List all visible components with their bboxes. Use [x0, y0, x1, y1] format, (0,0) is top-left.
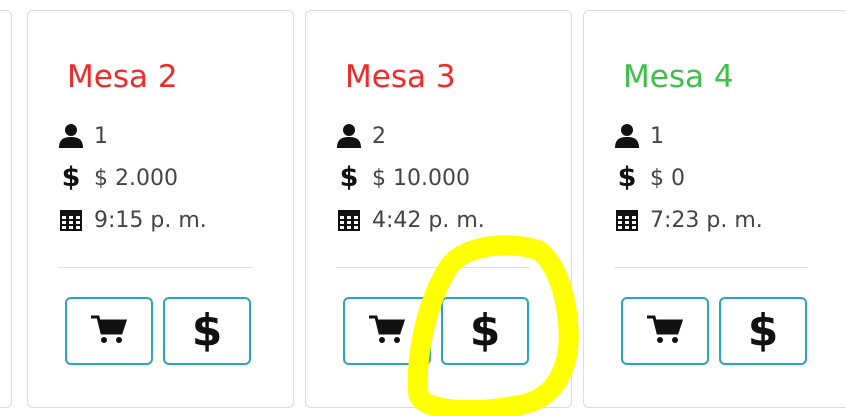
pay-button[interactable]: $: [163, 297, 251, 365]
dollar-icon: $: [747, 305, 779, 356]
table-card-mesa-2: Mesa 2 1 $ $ 2.000 9:15 p. m. $: [27, 10, 294, 408]
person-icon: [58, 123, 84, 149]
cart-icon: [368, 313, 406, 349]
time-row: 4:42 p. m.: [336, 203, 485, 237]
dollar-icon: $: [191, 305, 223, 356]
amount-value: $ 2.000: [94, 165, 178, 191]
cart-button[interactable]: [343, 297, 431, 365]
cart-icon: [646, 313, 684, 349]
amount-row: $ $ 10.000: [336, 161, 470, 195]
guests-row: 1: [614, 119, 664, 153]
dollar-icon: $: [61, 162, 81, 193]
guests-row: 2: [336, 119, 386, 153]
cart-icon: [90, 313, 128, 349]
time-value: 4:42 p. m.: [372, 207, 485, 233]
time-row: 7:23 p. m.: [614, 203, 763, 237]
table-card-mesa-4: Mesa 4 1 $ $ 0 7:23 p. m. $: [583, 10, 846, 408]
calendar-icon: [336, 207, 362, 233]
table-card-mesa-3: Mesa 3 2 $ $ 10.000 4:42 p. m. $: [305, 10, 572, 408]
dollar-icon: $: [617, 162, 637, 193]
time-value: 9:15 p. m.: [94, 207, 207, 233]
guests-count: 1: [650, 123, 664, 149]
card-partial-previous: [0, 10, 12, 408]
calendar-icon: [58, 207, 84, 233]
pay-button[interactable]: $: [719, 297, 807, 365]
table-title: Mesa 2: [67, 59, 178, 95]
dollar-icon: $: [339, 162, 359, 193]
person-icon: [336, 123, 362, 149]
guests-count: 2: [372, 123, 386, 149]
table-title: Mesa 4: [623, 59, 734, 95]
dollar-icon: $: [469, 305, 501, 356]
guests-count: 1: [94, 123, 108, 149]
time-row: 9:15 p. m.: [58, 203, 207, 237]
amount-row: $ $ 2.000: [58, 161, 178, 195]
pay-button[interactable]: $: [441, 297, 529, 365]
amount-value: $ 0: [650, 165, 685, 191]
card-divider: [336, 267, 530, 268]
table-title: Mesa 3: [345, 59, 456, 95]
card-divider: [614, 267, 808, 268]
calendar-icon: [614, 207, 640, 233]
amount-value: $ 10.000: [372, 165, 470, 191]
cart-button[interactable]: [65, 297, 153, 365]
card-divider: [58, 267, 252, 268]
cart-button[interactable]: [621, 297, 709, 365]
amount-row: $ $ 0: [614, 161, 685, 195]
guests-row: 1: [58, 119, 108, 153]
person-icon: [614, 123, 640, 149]
time-value: 7:23 p. m.: [650, 207, 763, 233]
